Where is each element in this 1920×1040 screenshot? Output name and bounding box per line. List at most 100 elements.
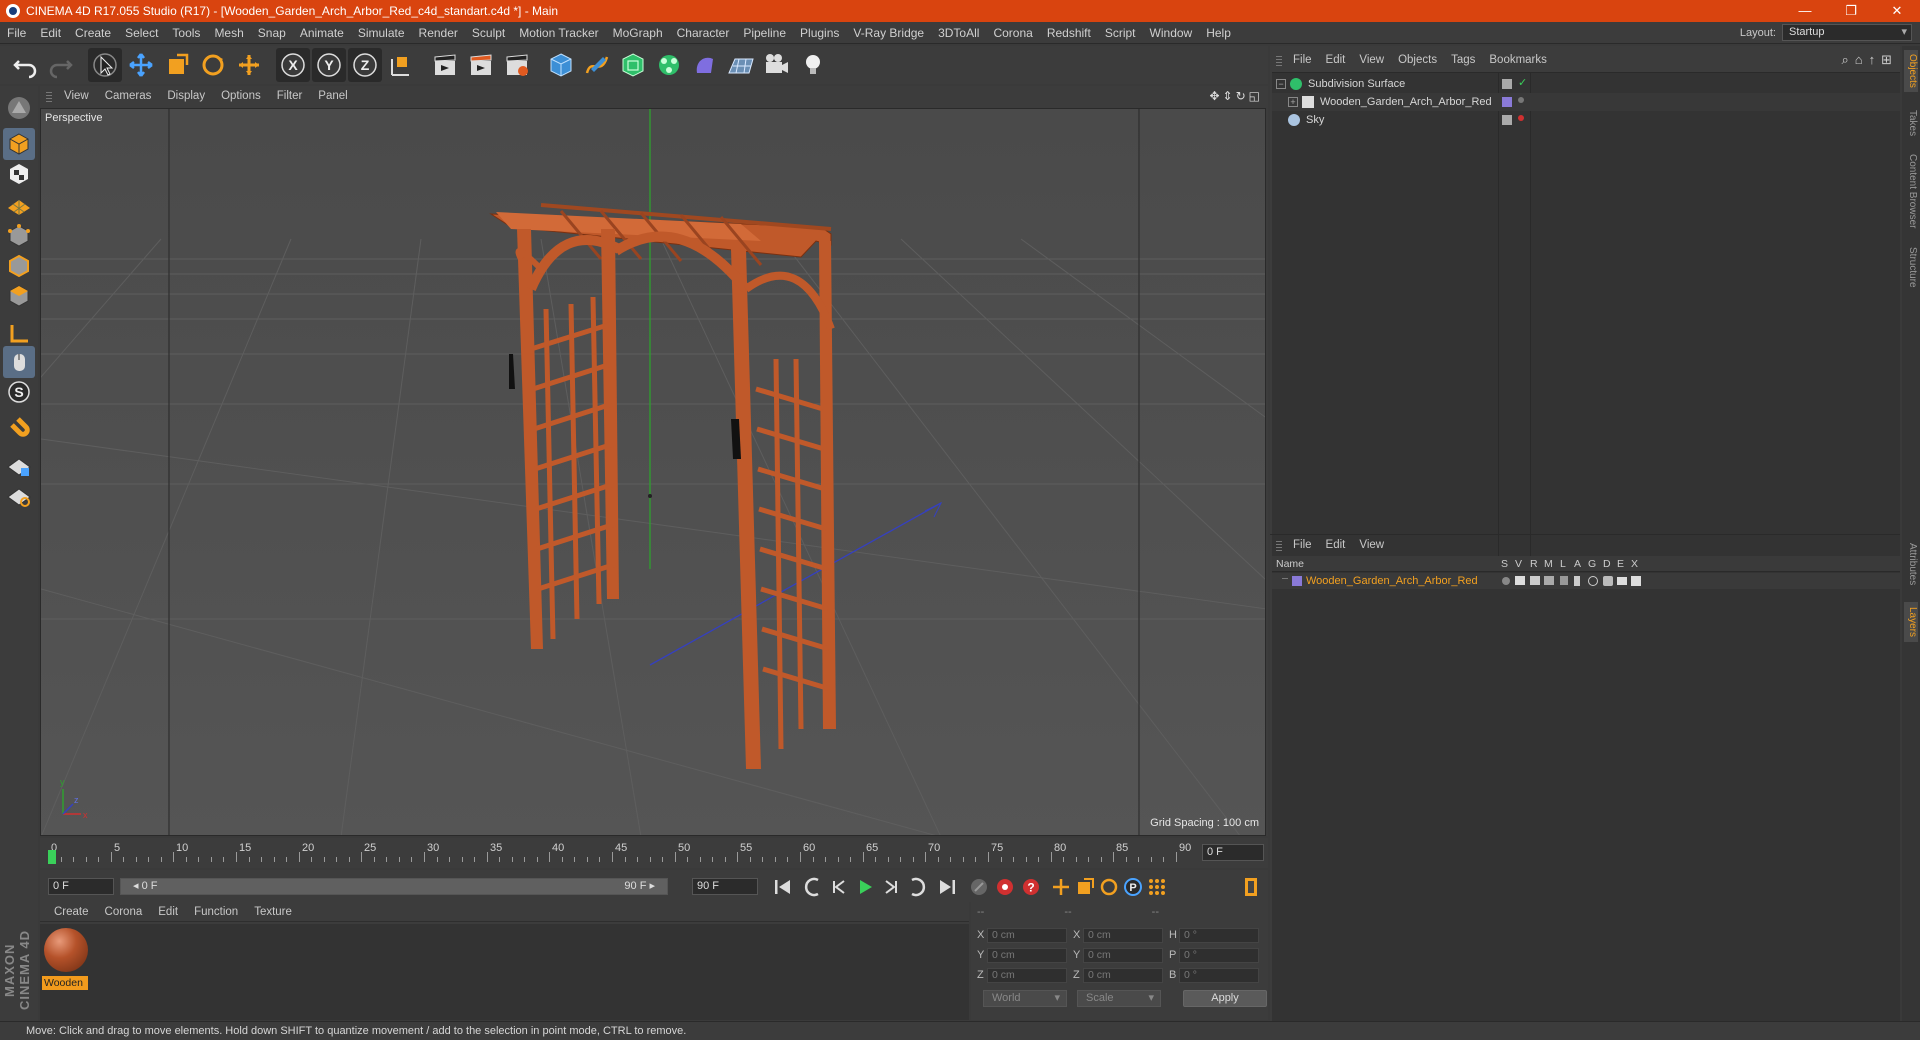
menu-snap[interactable]: Snap <box>251 26 293 40</box>
rot-h-field[interactable]: 0 ° <box>1179 927 1259 943</box>
object-row[interactable]: Sky <box>1272 111 1900 129</box>
lock-workplane-button[interactable] <box>3 450 35 482</box>
minimize-button[interactable]: — <box>1782 0 1828 22</box>
visibility-icon[interactable] <box>1502 115 1512 125</box>
frame-ruler[interactable]: 0 5 10 15 20 25 30 35 40 45 50 55 60 65 70 75 80 85 90 <box>48 842 1196 864</box>
layer-name[interactable]: Wooden_Garden_Arch_Arbor_Red <box>1306 573 1478 589</box>
restore-button[interactable]: ❐ <box>1828 0 1874 22</box>
layer-color-icon[interactable] <box>1502 97 1512 107</box>
menu-window[interactable]: Window <box>1143 26 1200 40</box>
viewport-menu-display[interactable]: Display <box>159 90 213 102</box>
lm-menu-view[interactable]: View <box>1352 539 1391 551</box>
viewport-menu-options[interactable]: Options <box>213 90 269 102</box>
deformer-icon[interactable] <box>1603 576 1613 586</box>
panel-grip[interactable] <box>1276 538 1282 551</box>
render-off-dot-icon[interactable] <box>1518 115 1524 121</box>
x-axis-button[interactable]: X <box>276 48 310 82</box>
live-selection-button[interactable] <box>88 48 122 82</box>
menu-render[interactable]: Render <box>412 26 465 40</box>
add-spline-button[interactable] <box>580 48 614 82</box>
xref-icon[interactable] <box>1631 576 1641 586</box>
animation-icon[interactable] <box>1574 576 1580 586</box>
tab-attributes[interactable]: Attributes <box>1904 534 1918 594</box>
menu-corona[interactable]: Corona <box>986 26 1039 40</box>
menu-pipeline[interactable]: Pipeline <box>736 26 793 40</box>
om-menu-file[interactable]: File <box>1286 54 1319 66</box>
menu-edit[interactable]: Edit <box>33 26 68 40</box>
rot-b-field[interactable]: 0 ° <box>1179 967 1259 983</box>
tab-takes[interactable]: Takes <box>1904 106 1918 140</box>
om-menu-tags[interactable]: Tags <box>1444 54 1482 66</box>
redo-button[interactable] <box>44 48 78 82</box>
viewport-menu-panel[interactable]: Panel <box>310 90 355 102</box>
add-mograph-button[interactable] <box>652 48 686 82</box>
edges-mode-button[interactable] <box>3 250 35 282</box>
add-environment-button[interactable] <box>724 48 758 82</box>
start-frame-field[interactable]: 0 F <box>48 878 114 895</box>
magnet-tool-button[interactable] <box>3 414 35 446</box>
tab-content-browser[interactable]: Content Browser <box>1904 146 1918 236</box>
material-menu-create[interactable]: Create <box>46 906 97 918</box>
material-preview-swatch[interactable] <box>44 928 88 972</box>
key-parameter-button[interactable]: P <box>1120 874 1146 900</box>
add-deformer-button[interactable] <box>688 48 722 82</box>
expression-icon[interactable] <box>1617 577 1627 585</box>
manager-icon[interactable] <box>1544 576 1554 585</box>
coordinate-mode-dropdown[interactable]: World <box>983 990 1067 1007</box>
record-active-objects-button[interactable] <box>992 874 1018 900</box>
solo-toggle-icon[interactable] <box>1502 577 1510 585</box>
render-view-button[interactable] <box>428 48 462 82</box>
lm-menu-edit[interactable]: Edit <box>1319 539 1353 551</box>
pos-x-field[interactable]: 0 cm <box>987 927 1067 943</box>
home-icon[interactable]: ⌂ <box>1855 52 1863 68</box>
snapping-button[interactable]: S <box>3 376 35 408</box>
key-pla-button[interactable] <box>1144 874 1170 900</box>
enabled-checkmark-icon[interactable]: ✓ <box>1518 77 1530 89</box>
expand-toggle[interactable]: + <box>1288 97 1298 107</box>
menu-plugins[interactable]: Plugins <box>793 26 846 40</box>
panel-grip[interactable] <box>1276 54 1282 66</box>
transform-tool-button[interactable] <box>232 48 266 82</box>
layer-row[interactable]: Wooden_Garden_Arch_Arbor_Red <box>1272 573 1900 589</box>
previous-frame-button[interactable] <box>826 874 852 900</box>
next-key-button[interactable] <box>904 874 930 900</box>
model-mode-button[interactable] <box>3 128 35 160</box>
visibility-icon[interactable] <box>1502 79 1512 89</box>
up-arrow-icon[interactable]: ↑ <box>1869 52 1876 68</box>
go-to-start-button[interactable] <box>770 874 796 900</box>
viewport-menu-view[interactable]: View <box>56 90 97 102</box>
go-to-end-button[interactable] <box>934 874 960 900</box>
texture-mode-button[interactable] <box>3 158 35 190</box>
key-scale-button[interactable] <box>1072 874 1098 900</box>
material-menu-edit[interactable]: Edit <box>150 906 186 918</box>
close-button[interactable]: ✕ <box>1874 0 1920 22</box>
om-menu-view[interactable]: View <box>1352 54 1391 66</box>
menu-animate[interactable]: Animate <box>293 26 351 40</box>
viewport-menu-filter[interactable]: Filter <box>269 90 311 102</box>
maximize-view-icon[interactable]: ◱ <box>1249 89 1260 103</box>
add-generator-button[interactable] <box>616 48 650 82</box>
object-row[interactable]: + Wooden_Garden_Arch_Arbor_Red <box>1272 93 1900 111</box>
layer-color-swatch[interactable] <box>1292 576 1302 586</box>
play-button[interactable] <box>852 874 878 900</box>
object-row[interactable]: − Subdivision Surface ✓ <box>1272 75 1900 93</box>
new-view-icon[interactable]: ⊞ <box>1881 52 1892 68</box>
z-axis-button[interactable]: Z <box>348 48 382 82</box>
menu-mesh[interactable]: Mesh <box>207 26 250 40</box>
menu-sculpt[interactable]: Sculpt <box>465 26 512 40</box>
menu-file[interactable]: File <box>0 26 33 40</box>
menu-motion-tracker[interactable]: Motion Tracker <box>512 26 605 40</box>
layout-dropdown[interactable]: Startup <box>1782 24 1912 41</box>
size-y-field[interactable]: 0 cm <box>1083 947 1163 963</box>
view-eye-icon[interactable] <box>1515 576 1525 585</box>
scale-tool-button[interactable] <box>160 48 194 82</box>
menu-3dtoall[interactable]: 3DToAll <box>931 26 986 40</box>
visibility-dots-icon[interactable] <box>1518 97 1524 103</box>
orbit-icon[interactable]: ↻ <box>1236 89 1246 103</box>
y-axis-button[interactable]: Y <box>312 48 346 82</box>
preview-range-slider[interactable]: ◂ 0 F 90 F ▸ <box>120 878 668 895</box>
collapse-toggle[interactable]: − <box>1276 79 1286 89</box>
pan-icon[interactable]: ✥ <box>1209 89 1219 103</box>
material-menu-corona[interactable]: Corona <box>97 906 151 918</box>
om-menu-edit[interactable]: Edit <box>1319 54 1353 66</box>
